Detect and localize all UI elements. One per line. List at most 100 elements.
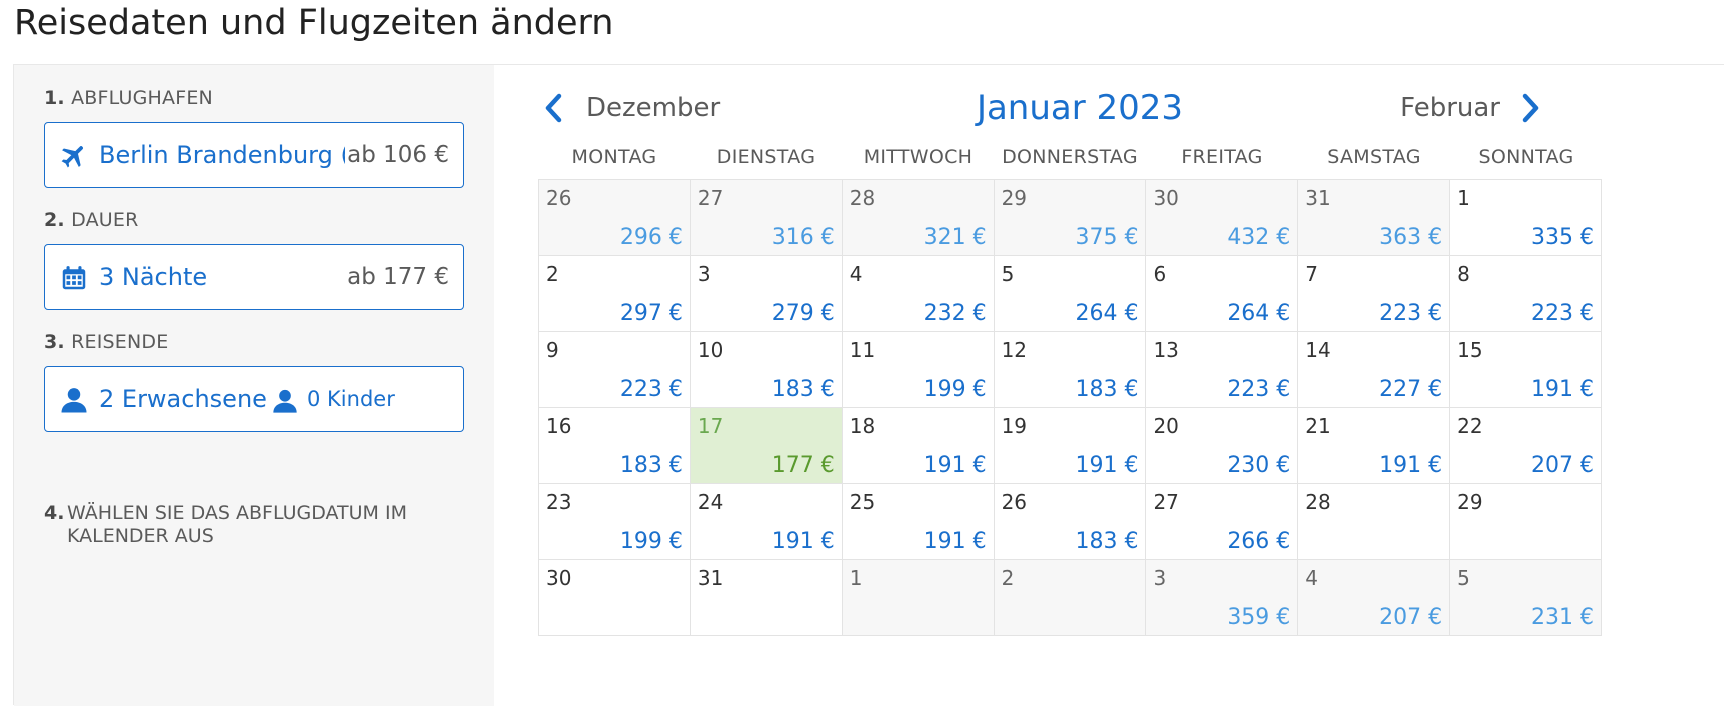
current-month-title: Januar 2023 <box>976 88 1184 128</box>
day-price: 207 € <box>1379 605 1443 630</box>
calendar-day[interactable]: 29 <box>1450 484 1603 560</box>
departure-airport-selector[interactable]: Berlin Brandenburg (... ab 106 € <box>44 122 464 188</box>
day-number: 25 <box>849 490 876 514</box>
calendar-day[interactable]: 24 191 € <box>690 484 843 560</box>
calendar-day[interactable]: 15 191 € <box>1450 332 1603 408</box>
calendar-day[interactable]: 1 <box>842 560 995 636</box>
day-price: 199 € <box>619 529 683 554</box>
calendar-day[interactable]: 31 <box>690 560 843 636</box>
calendar-day[interactable]: 16 183 € <box>539 408 691 484</box>
day-number: 12 <box>1001 338 1028 362</box>
calendar-day[interactable]: 3 279 € <box>690 256 843 332</box>
calendar-day[interactable]: 26 183 € <box>994 484 1147 560</box>
day-price: 297 € <box>619 301 683 326</box>
step2-title: DAUER <box>71 209 139 231</box>
calendar-day[interactable]: 4 232 € <box>842 256 995 332</box>
weekday-header: MONTAG DIENSTAG MITTWOCH DONNERSTAG FREITAG S… <box>538 135 1602 179</box>
chevron-left-icon <box>542 93 564 123</box>
calendar-day[interactable]: 6 264 € <box>1146 256 1299 332</box>
day-price: 359 € <box>1227 605 1291 630</box>
weekday-label: DONNERSTAG <box>1002 146 1138 168</box>
step3-title: REISENDE <box>71 331 169 353</box>
day-number: 3 <box>1153 566 1167 590</box>
kids-value: 0 Kinder <box>307 387 395 411</box>
day-price: 191 € <box>923 529 987 554</box>
calendar-day[interactable]: 5 231 € <box>1450 560 1603 636</box>
day-number: 28 <box>1305 490 1331 514</box>
calendar-day[interactable]: 26 296 € <box>539 180 691 256</box>
sidebar: 1. ABFLUGHAFEN Berlin Brandenburg (... a… <box>14 65 494 706</box>
calendar-day[interactable]: 28 <box>1298 484 1451 560</box>
calendar-day[interactable]: 2 <box>994 560 1147 636</box>
person-icon <box>59 385 89 415</box>
day-number: 5 <box>1001 262 1015 286</box>
person-icon <box>271 387 299 415</box>
day-price: 321 € <box>923 225 987 250</box>
calendar-day[interactable]: 3 359 € <box>1146 560 1299 636</box>
prev-month-button[interactable]: Dezember <box>542 83 720 133</box>
calendar-day[interactable]: 8 223 € <box>1450 256 1603 332</box>
day-number: 26 <box>546 186 572 210</box>
day-number: 31 <box>697 566 724 590</box>
calendar-day[interactable]: 27 316 € <box>690 180 843 256</box>
calendar-week-row: 9 223 € 10 183 € 11 199 € 12 183 € 13 223 € 14 227 … <box>539 332 1603 408</box>
day-number: 27 <box>697 186 724 210</box>
step1-label: 1. ABFLUGHAFEN <box>44 87 213 110</box>
calendar-day[interactable]: 19 191 € <box>994 408 1147 484</box>
duration-price: ab 177 € <box>345 245 449 309</box>
duration-selector[interactable]: 3 Nächte ab 177 € <box>44 244 464 310</box>
day-number: 14 <box>1305 338 1331 362</box>
calendar: Dezember Januar 2023 Februar MONTAG DIENS… <box>494 65 1724 706</box>
calendar-day[interactable]: 23 199 € <box>539 484 691 560</box>
calendar-day[interactable]: 30 <box>539 560 691 636</box>
calendar-day[interactable]: 31 363 € <box>1298 180 1451 256</box>
calendar-day[interactable]: 9 223 € <box>539 332 691 408</box>
day-price: 223 € <box>1227 377 1291 402</box>
day-price: 183 € <box>1075 377 1139 402</box>
calendar-day[interactable]: 12 183 € <box>994 332 1147 408</box>
calendar-icon <box>59 263 89 293</box>
calendar-day[interactable]: 25 191 € <box>842 484 995 560</box>
adults-value: 2 Erwachsene <box>99 385 267 413</box>
calendar-day[interactable]: 28 321 € <box>842 180 995 256</box>
day-number: 17 <box>697 414 724 438</box>
day-number: 9 <box>546 338 559 362</box>
day-price: 316 € <box>771 225 835 250</box>
step3-number: 3. <box>44 331 65 353</box>
calendar-day[interactable]: 5 264 € <box>994 256 1147 332</box>
airplane-icon <box>59 141 89 171</box>
day-price: 191 € <box>771 529 835 554</box>
calendar-day[interactable]: 30 432 € <box>1146 180 1299 256</box>
day-price: 183 € <box>771 377 835 402</box>
weekday-label: SAMSTAG <box>1327 146 1421 168</box>
calendar-day[interactable]: 29 375 € <box>994 180 1147 256</box>
calendar-day[interactable]: 22 207 € <box>1450 408 1603 484</box>
calendar-day[interactable]: 13 223 € <box>1146 332 1299 408</box>
day-number: 24 <box>697 490 724 514</box>
calendar-day[interactable]: 11 199 € <box>842 332 995 408</box>
calendar-week-row: 30 31 1 2 3 359 € 4 207 € 5 231 € <box>539 560 1603 636</box>
day-number: 19 <box>1001 414 1028 438</box>
day-number: 30 <box>1153 186 1179 210</box>
calendar-day[interactable]: 7 223 € <box>1298 256 1451 332</box>
calendar-day[interactable]: 2 297 € <box>539 256 691 332</box>
calendar-day[interactable]: 27 266 € <box>1146 484 1299 560</box>
calendar-day[interactable]: 18 191 € <box>842 408 995 484</box>
travelers-selector[interactable]: 2 Erwachsene 0 Kinder <box>44 366 464 432</box>
calendar-day[interactable]: 1 335 € <box>1450 180 1603 256</box>
page-title: Reisedaten und Flugzeiten ändern <box>14 3 614 43</box>
next-month-button[interactable]: Februar <box>1400 83 1542 133</box>
calendar-day[interactable]: 10 183 € <box>690 332 843 408</box>
prev-month-label: Dezember <box>586 93 721 123</box>
calendar-day-selected[interactable]: 17 177 € <box>690 408 843 484</box>
calendar-day[interactable]: 14 227 € <box>1298 332 1451 408</box>
duration-value: 3 Nächte <box>99 263 208 291</box>
calendar-day[interactable]: 4 207 € <box>1298 560 1451 636</box>
day-price: 207 € <box>1531 453 1595 478</box>
day-price: 191 € <box>923 453 987 478</box>
day-price: 230 € <box>1227 453 1291 478</box>
calendar-day[interactable]: 20 230 € <box>1146 408 1299 484</box>
day-number: 10 <box>697 338 724 362</box>
day-number: 30 <box>546 566 572 590</box>
calendar-day[interactable]: 21 191 € <box>1298 408 1451 484</box>
